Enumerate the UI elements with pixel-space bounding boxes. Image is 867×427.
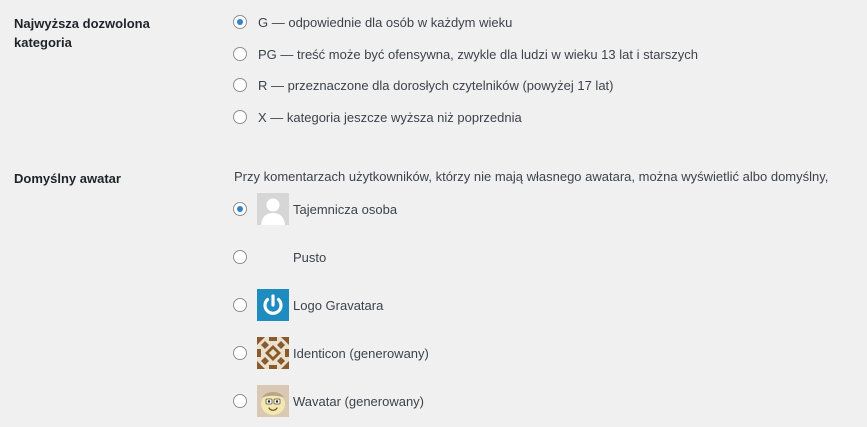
avatar-option-wavatar[interactable]: Wavatar (generowany)	[233, 385, 424, 417]
rating-label-line2: kategoria	[14, 35, 72, 50]
rating-x-radio[interactable]	[233, 110, 247, 124]
rating-pg-label: PG — treść może być ofensywna, zwykle dl…	[258, 46, 698, 62]
rating-section-label: Najwyższa dozwolona kategoria	[14, 14, 150, 52]
rating-x-label: X — kategoria jeszcze wyższa niż poprzed…	[258, 109, 522, 125]
avatar-option-blank[interactable]: Pusto	[233, 241, 326, 273]
default-avatar-section-label: Domyślny awatar	[14, 169, 121, 188]
rating-r-radio[interactable]	[233, 78, 247, 92]
default-avatar-label: Domyślny awatar	[14, 171, 121, 186]
avatar-identicon-radio[interactable]	[233, 346, 247, 360]
blank-icon	[257, 241, 289, 273]
rating-option-pg[interactable]: PG — treść może być ofensywna, zwykle dl…	[233, 44, 698, 64]
avatar-blank-radio[interactable]	[233, 250, 247, 264]
gravatar-logo-icon	[257, 289, 289, 321]
avatar-identicon-label: Identicon (generowany)	[293, 345, 429, 361]
default-avatar-description: Przy komentarzach użytkowników, którzy n…	[234, 169, 829, 184]
avatar-gravatar-radio[interactable]	[233, 298, 247, 312]
rating-pg-radio[interactable]	[233, 47, 247, 61]
mystery-person-icon	[257, 193, 289, 225]
identicon-icon	[257, 337, 289, 369]
avatar-option-identicon[interactable]: Identicon (generowany)	[233, 337, 429, 369]
wavatar-icon	[257, 385, 289, 417]
rating-label-line1: Najwyższa dozwolona	[14, 16, 150, 31]
rating-g-radio[interactable]	[233, 15, 247, 29]
avatar-wavatar-radio[interactable]	[233, 394, 247, 408]
avatar-blank-label: Pusto	[293, 249, 327, 265]
avatar-option-mystery[interactable]: Tajemnicza osoba	[233, 193, 397, 225]
rating-option-r[interactable]: R — przeznaczone dla dorosłych czytelnik…	[233, 75, 614, 95]
rating-option-x[interactable]: X — kategoria jeszcze wyższa niż poprzed…	[233, 107, 522, 127]
avatar-mystery-label: Tajemnicza osoba	[293, 201, 398, 217]
rating-option-g[interactable]: G — odpowiednie dla osób w każdym wieku	[233, 12, 512, 32]
avatar-option-gravatar[interactable]: Logo Gravatara	[233, 289, 383, 321]
avatar-gravatar-label: Logo Gravatara	[293, 297, 384, 313]
avatar-wavatar-label: Wavatar (generowany)	[293, 393, 425, 409]
rating-g-label: G — odpowiednie dla osób w każdym wieku	[258, 14, 513, 30]
avatar-mystery-radio[interactable]	[233, 202, 247, 216]
rating-r-label: R — przeznaczone dla dorosłych czytelnik…	[258, 77, 614, 93]
